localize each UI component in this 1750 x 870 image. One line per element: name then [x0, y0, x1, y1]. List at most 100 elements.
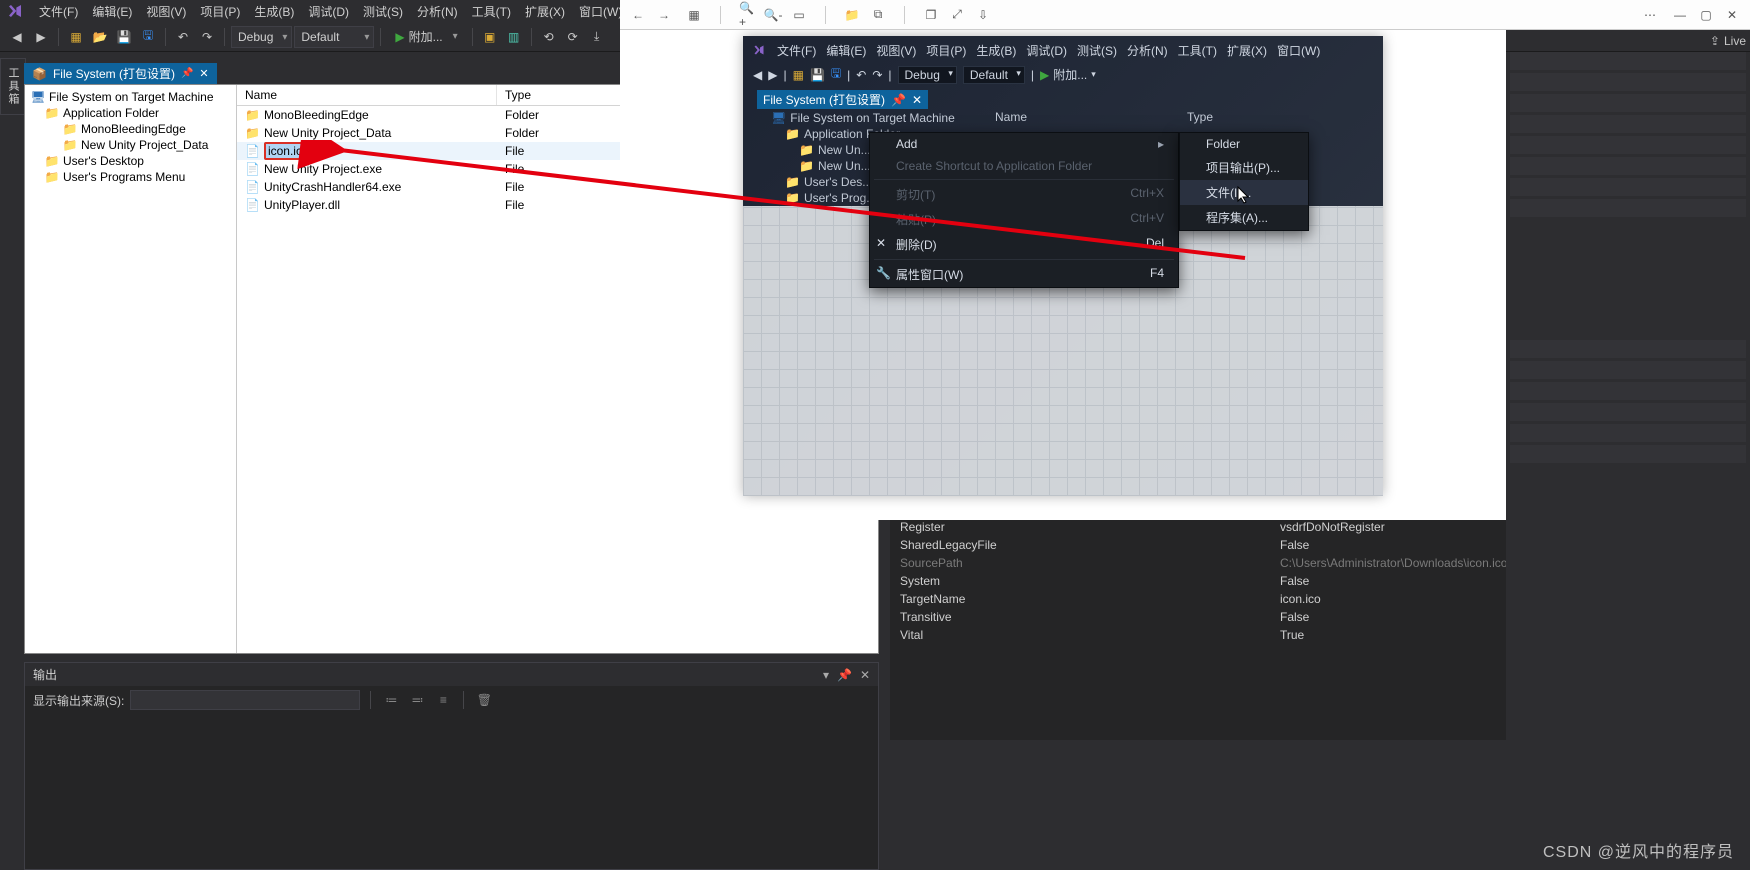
- output-btn[interactable]: ≕: [407, 690, 427, 710]
- prop-key: SharedLegacyFile: [900, 538, 1280, 552]
- grid-icon[interactable]: ▦: [686, 7, 702, 23]
- open-icon[interactable]: 📂: [89, 26, 111, 48]
- tree-label: MonoBleedingEdge: [81, 122, 186, 136]
- zoom-in-icon[interactable]: 🔍+: [739, 7, 755, 23]
- tree-node[interactable]: 📁User's Desktop: [27, 153, 234, 169]
- separator: [224, 28, 225, 46]
- minimize-icon[interactable]: —: [1672, 7, 1688, 23]
- prop-key: Vital: [900, 628, 1280, 642]
- output-btn[interactable]: ≡: [433, 690, 453, 710]
- toolbar-btn[interactable]: ⟲: [538, 26, 560, 48]
- output-btn[interactable]: ≔: [381, 690, 401, 710]
- toolbar-btn[interactable]: ▣: [479, 26, 501, 48]
- zoom-out-icon[interactable]: 🔍-: [765, 7, 781, 23]
- context-menu-item[interactable]: 项目输出(P)...: [1180, 155, 1308, 180]
- cursor-icon: [1237, 186, 1251, 204]
- context-menu-item[interactable]: Add▸: [870, 133, 1178, 155]
- folder-icon: 📁: [799, 143, 814, 157]
- pin-icon[interactable]: 📌: [181, 68, 193, 79]
- new-project-icon[interactable]: ▦: [65, 26, 87, 48]
- nav-back-icon[interactable]: ◀: [6, 26, 28, 48]
- context-menu-item[interactable]: ✕删除(D)Del: [870, 232, 1178, 257]
- separator: [904, 6, 905, 24]
- save-all-icon[interactable]: 🖫: [137, 26, 159, 48]
- menu-test[interactable]: 测试(S): [356, 1, 410, 22]
- menu-view[interactable]: 视图(V): [139, 1, 193, 22]
- close-tab-icon[interactable]: ✕: [199, 67, 208, 80]
- separator: [165, 28, 166, 46]
- context-menu-item: 粘贴(P)Ctrl+V: [870, 207, 1178, 232]
- menu-project[interactable]: 项目(P): [193, 1, 247, 22]
- layers-icon[interactable]: ❐: [923, 7, 939, 23]
- file-icon: 📄: [245, 180, 260, 194]
- context-menu[interactable]: Add▸Create Shortcut to Application Folde…: [869, 132, 1179, 288]
- separator: [58, 28, 59, 46]
- inner-list-header: NameType: [995, 110, 1213, 124]
- maximize-icon[interactable]: ▢: [1698, 7, 1714, 23]
- row-name: New Unity Project_Data: [264, 126, 391, 140]
- output-clear-icon[interactable]: 🗑: [474, 690, 494, 710]
- menu-build[interactable]: 生成(B): [247, 1, 301, 22]
- more-icon[interactable]: ⋯: [1642, 7, 1658, 23]
- undo-icon[interactable]: ↶: [172, 26, 194, 48]
- tree-node[interactable]: 🖥 File System on Target Machine: [27, 89, 234, 105]
- menu-edit[interactable]: 编辑(E): [85, 1, 139, 22]
- download-icon[interactable]: ⇩: [975, 7, 991, 23]
- machine-icon: 🖥: [771, 111, 786, 125]
- nav-fwd-icon[interactable]: ▶: [30, 26, 52, 48]
- folder-icon[interactable]: 📁: [844, 7, 860, 23]
- menu-tools[interactable]: 工具(T): [465, 1, 518, 22]
- live-share-label: Live: [1724, 34, 1746, 48]
- fit-icon[interactable]: ▭: [791, 7, 807, 23]
- tree-node[interactable]: 📁New Unity Project_Data: [27, 137, 234, 153]
- filesystem-tree[interactable]: 🖥 File System on Target Machine📁Applicati…: [25, 85, 237, 653]
- toolbar-btn[interactable]: ⟳: [562, 26, 584, 48]
- tree-label: File System on Target Machine: [49, 90, 214, 104]
- row-name: New Unity Project.exe: [264, 162, 382, 176]
- output-close-icon[interactable]: ✕: [860, 668, 870, 682]
- folder-icon: 📁: [45, 106, 59, 120]
- toolbar-btn[interactable]: ▥: [503, 26, 525, 48]
- toolbar-btn[interactable]: ⤓: [586, 26, 608, 48]
- play-icon: ▶: [395, 30, 404, 44]
- menu-debug[interactable]: 调试(D): [301, 1, 356, 22]
- context-submenu[interactable]: Folder项目输出(P)...文件(I)...程序集(A)...: [1179, 132, 1309, 231]
- tree-node[interactable]: 📁MonoBleedingEdge: [27, 121, 234, 137]
- context-menu-item[interactable]: 程序集(A)...: [1180, 205, 1308, 230]
- inner-doc-tab: File System (打包设置)📌✕: [757, 90, 928, 109]
- output-source-combo[interactable]: [130, 690, 360, 710]
- tree-node[interactable]: 📁User's Programs Menu: [27, 169, 234, 185]
- row-name: MonoBleedingEdge: [264, 108, 369, 122]
- save-icon[interactable]: 💾: [113, 26, 135, 48]
- output-pin-icon[interactable]: 📌: [837, 668, 852, 682]
- prev-back-icon[interactable]: ←: [630, 7, 646, 23]
- machine-icon: 🖥: [31, 90, 45, 104]
- output-dropdown-icon[interactable]: ▾: [823, 668, 829, 682]
- folder-icon: 📁: [245, 126, 260, 140]
- col-header-name[interactable]: Name: [237, 85, 497, 105]
- start-debug-button[interactable]: ▶ 附加...: [387, 26, 465, 48]
- config-combo[interactable]: Debug: [231, 26, 292, 48]
- prop-key: Register: [900, 520, 1280, 534]
- doc-tab-icon: 📦: [32, 67, 47, 81]
- tree-label: User's Programs Menu: [63, 170, 185, 184]
- menu-analyze[interactable]: 分析(N): [410, 1, 465, 22]
- menu-file[interactable]: 文件(F): [32, 1, 85, 22]
- menu-extensions[interactable]: 扩展(X): [518, 1, 572, 22]
- doc-tab-filesystem[interactable]: 📦 File System (打包设置) 📌 ✕: [24, 63, 217, 84]
- context-menu-item[interactable]: Folder: [1180, 133, 1308, 155]
- prop-key: System: [900, 574, 1280, 588]
- platform-combo[interactable]: Default: [294, 26, 374, 48]
- context-menu-item[interactable]: 🔧属性窗口(W)F4: [870, 262, 1178, 287]
- tree-node[interactable]: 📁Application Folder: [27, 105, 234, 121]
- copy-icon[interactable]: ⧉: [870, 7, 886, 23]
- live-share[interactable]: ⇪ Live: [1706, 30, 1750, 52]
- toolbox-tab[interactable]: 工具箱: [0, 58, 26, 115]
- redo-icon[interactable]: ↷: [196, 26, 218, 48]
- tree-label: New Unity Project_Data: [81, 138, 208, 152]
- start-label: 附加...: [409, 28, 443, 45]
- output-title: 输出: [33, 666, 57, 683]
- close-icon[interactable]: ✕: [1724, 7, 1740, 23]
- prev-fwd-icon[interactable]: →: [656, 7, 672, 23]
- fullscreen-icon[interactable]: ⤢: [949, 7, 965, 23]
